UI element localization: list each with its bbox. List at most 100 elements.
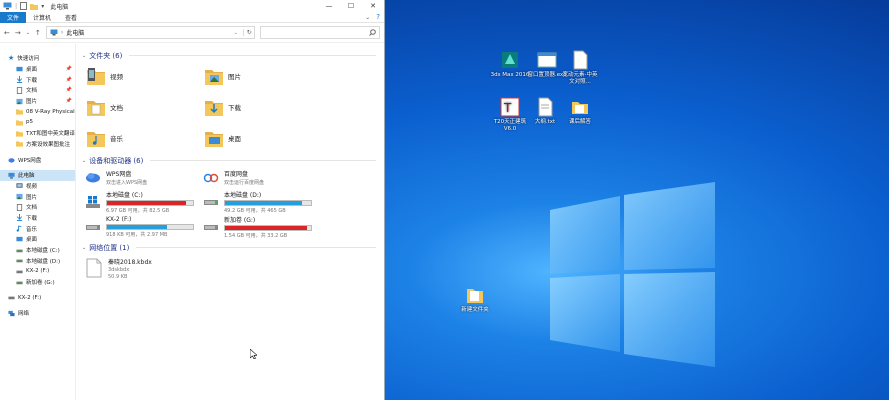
divider bbox=[150, 160, 376, 161]
sidebar-pc-item[interactable]: 图片 bbox=[0, 191, 75, 202]
breadcrumb-this-pc[interactable]: 此电脑 bbox=[66, 28, 84, 37]
navigation-bar: ← → ⌄ ↑ › 此电脑 ⌄ ↻ bbox=[0, 23, 384, 43]
document-icon bbox=[16, 203, 23, 211]
folder-item[interactable]: 图片 bbox=[202, 61, 320, 90]
pin-icon[interactable]: 📌 bbox=[66, 66, 72, 72]
desktop-icon-text-1[interactable]: 宽动元素-中英文对照... bbox=[560, 50, 600, 85]
recent-dropdown-icon[interactable]: ⌄ bbox=[26, 30, 30, 36]
sidebar-label: 文档 bbox=[26, 205, 38, 212]
desktop-icon-new-folder[interactable]: 新建文件夹 bbox=[455, 285, 495, 314]
minimize-button[interactable]: — bbox=[318, 2, 340, 10]
sidebar-quick-item[interactable]: 图片 📌 bbox=[0, 96, 75, 107]
sidebar-pc-item[interactable]: 文档 bbox=[0, 202, 75, 213]
sidebar-wps-cloud[interactable]: WPS网盘 bbox=[0, 154, 75, 165]
desktop-icon-answers-folder[interactable]: 课后解答 bbox=[560, 97, 600, 126]
folder-icon bbox=[16, 130, 23, 137]
pin-icon[interactable]: 📌 bbox=[66, 77, 72, 83]
tarch-icon: T bbox=[500, 97, 520, 117]
device-item[interactable]: 百度网盘 双击运行百度网盘 bbox=[202, 166, 320, 188]
sidebar-pc-item[interactable]: 视频 bbox=[0, 181, 75, 192]
folder-item[interactable]: 视频 bbox=[84, 61, 202, 90]
new-folder-icon[interactable] bbox=[30, 3, 39, 10]
address-bar[interactable]: › 此电脑 ⌄ ↻ bbox=[45, 26, 255, 39]
folder-item[interactable]: 文档 bbox=[84, 92, 202, 121]
video-icon bbox=[16, 183, 23, 189]
drive-icon bbox=[204, 225, 218, 230]
desktop-icon-outline-txt[interactable]: 大纲.txt bbox=[525, 97, 565, 126]
sidebar-quick-item[interactable]: 文档 📌 bbox=[0, 85, 75, 96]
device-item[interactable]: 新加卷 (G:) 1.54 GB 可用，共 33.2 GB bbox=[202, 216, 320, 239]
breadcrumb-chevron-icon[interactable]: › bbox=[61, 29, 63, 36]
ribbon-tabs: 文件 计算机 查看 ⌄ ? bbox=[0, 11, 384, 23]
title-bar[interactable]: | ▾ 此电脑 — ☐ ✕ bbox=[0, 0, 384, 12]
drive-usage-fill bbox=[107, 201, 186, 205]
sidebar-label: 音乐 bbox=[26, 226, 38, 233]
music-folder-icon bbox=[87, 131, 105, 147]
quick-access-dropdown-icon[interactable]: ▾ bbox=[41, 3, 44, 10]
device-item[interactable]: KX-2 (F:) 918 KB 可用，共 2.97 MB bbox=[84, 216, 202, 238]
up-arrow-icon[interactable]: ↑ bbox=[35, 29, 41, 37]
sidebar-kx2-drive[interactable]: KX-2 (F:) bbox=[0, 292, 75, 303]
sidebar-quick-item[interactable]: 桌面 📌 bbox=[0, 64, 75, 75]
drive-usage-fill bbox=[107, 225, 168, 229]
device-name: KX-2 (F:) bbox=[106, 216, 132, 223]
network-group-header[interactable]: ⌄ 网络位置 (1) bbox=[82, 242, 384, 253]
sidebar-pc-item[interactable]: 本地磁盘 (D:) bbox=[0, 255, 75, 266]
star-icon: ★ bbox=[8, 54, 15, 63]
sidebar-quick-item[interactable]: p5 bbox=[0, 117, 75, 128]
desktop-icon-tarch[interactable]: T T20天正建筑 V6.0 bbox=[490, 97, 530, 132]
desktop-icon-label: 3ds Max 2016 bbox=[490, 72, 530, 78]
group-title: 设备和驱动器 (6) bbox=[89, 156, 144, 165]
devices-group-header[interactable]: ⌄ 设备和驱动器 (6) bbox=[82, 155, 384, 166]
folder-item[interactable]: 桌面 bbox=[202, 123, 320, 152]
network-item-size: 50.9 KB bbox=[108, 273, 128, 280]
desktop-folder-icon bbox=[205, 131, 223, 147]
sidebar-pc-item[interactable]: 音乐 bbox=[0, 223, 75, 234]
device-item[interactable]: WPS网盘 双击进入WPS网盘 bbox=[84, 166, 202, 188]
sidebar-quick-item[interactable]: 下载 📌 bbox=[0, 74, 75, 85]
desktop-icon-3dsmax[interactable]: 3ds Max 2016 bbox=[490, 50, 530, 79]
maximize-button[interactable]: ☐ bbox=[340, 2, 362, 10]
drive-usage-fill bbox=[225, 201, 302, 205]
file-explorer-window[interactable]: | ▾ 此电脑 — ☐ ✕ 文件 计算机 查看 ⌄ ? ← → ⌄ ↑ › 此电… bbox=[0, 0, 385, 400]
this-pc-icon bbox=[50, 29, 58, 36]
sidebar-pc-item[interactable]: KX-2 (F:) bbox=[0, 266, 75, 277]
desktop-icon bbox=[16, 236, 23, 242]
drive-icon bbox=[16, 270, 23, 274]
properties-icon[interactable] bbox=[20, 2, 28, 10]
tab-view[interactable]: 查看 bbox=[58, 12, 84, 23]
sidebar-quick-item[interactable]: 方案设效果图批注 bbox=[0, 139, 75, 150]
folders-group-header[interactable]: ⌄ 文件夹 (6) bbox=[82, 50, 384, 61]
device-item[interactable]: 本地磁盘 (D:) 49.2 GB 可用，共 465 GB bbox=[202, 191, 320, 214]
help-icon[interactable]: ? bbox=[376, 13, 380, 21]
tab-computer[interactable]: 计算机 bbox=[26, 12, 58, 23]
sidebar-pc-item[interactable]: 桌面 bbox=[0, 234, 75, 245]
device-item[interactable]: 本地磁盘 (C:) 6.97 GB 可用，共 82.5 GB bbox=[84, 191, 202, 214]
network-location-item[interactable]: 秦晓2018.kbdx 3dskbdx 50.9 KB bbox=[82, 253, 384, 283]
sidebar-pc-item[interactable]: 下载 bbox=[0, 213, 75, 224]
folder-icon bbox=[16, 120, 23, 126]
folder-item[interactable]: 音乐 bbox=[84, 123, 202, 152]
sidebar-pc-item[interactable]: 新加卷 (G:) bbox=[0, 277, 75, 288]
sidebar-this-pc[interactable]: 此电脑 bbox=[0, 169, 75, 181]
refresh-icon[interactable]: ↻ bbox=[242, 29, 252, 36]
search-icon bbox=[369, 29, 376, 36]
close-button[interactable]: ✕ bbox=[362, 2, 384, 10]
search-input[interactable] bbox=[259, 26, 380, 39]
pin-icon[interactable]: 📌 bbox=[66, 87, 72, 93]
sidebar-quick-access[interactable]: ★ 快速访问 bbox=[0, 53, 75, 64]
ribbon-expand-icon[interactable]: ⌄ bbox=[365, 14, 370, 21]
sidebar-pc-item[interactable]: 本地磁盘 (C:) bbox=[0, 245, 75, 256]
drive-usage-bar bbox=[224, 200, 312, 206]
sidebar-quick-item[interactable]: 08 V-Ray Physical bbox=[0, 106, 75, 117]
sidebar-quick-item[interactable]: TXT和图中英文翻译 bbox=[0, 128, 75, 139]
address-dropdown-icon[interactable]: ⌄ bbox=[234, 30, 238, 36]
sidebar-network[interactable]: 网络 bbox=[0, 308, 75, 319]
device-subtext: 双击运行百度网盘 bbox=[224, 179, 265, 186]
tab-file[interactable]: 文件 bbox=[0, 11, 27, 23]
forward-arrow-icon[interactable]: → bbox=[15, 29, 21, 37]
folder-item[interactable]: 下载 bbox=[202, 92, 320, 121]
pin-icon[interactable]: 📌 bbox=[66, 98, 72, 104]
sidebar-label: p5 bbox=[26, 119, 33, 126]
back-arrow-icon[interactable]: ← bbox=[4, 29, 10, 37]
